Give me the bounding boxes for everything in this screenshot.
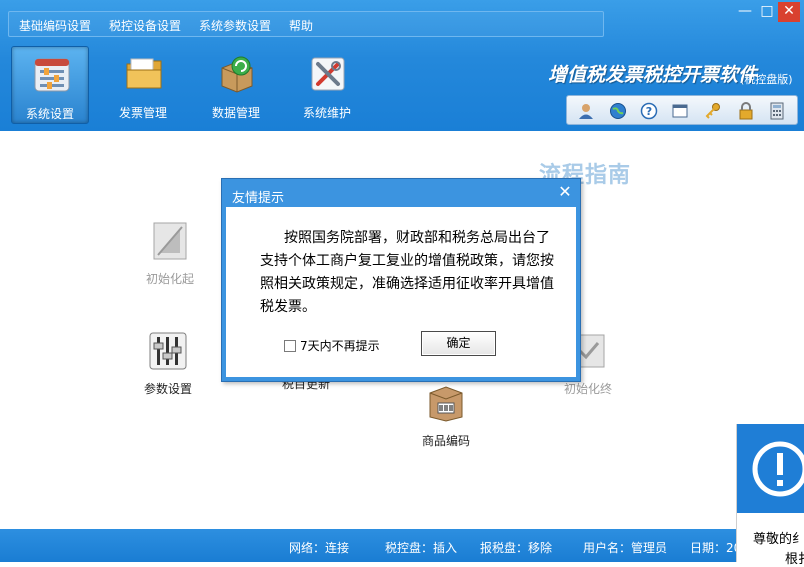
key-icon[interactable]	[702, 100, 724, 122]
maximize-button[interactable]: □	[756, 2, 778, 22]
tool-data-management[interactable]: 数据管理	[197, 46, 275, 124]
notification-band	[737, 424, 804, 513]
dialog-title: 友情提示	[232, 191, 285, 206]
checkbox-box[interactable]	[284, 339, 296, 352]
status-bar: 网络：连接 税控盘：插入 报税盘：移除 用户名：管理员 日期：20	[0, 529, 804, 562]
brand-title: 增值税发票税控开票软件	[548, 64, 758, 86]
dont-remind-checkbox[interactable]: 7天内不再提示	[284, 337, 380, 354]
function-label: 初始化起	[145, 272, 194, 286]
status-report-disk: 报税盘：移除	[480, 541, 553, 555]
reminder-dialog: 友情提示 ✕ 按照国务院部署，财政部和税务总局出台了支持个体工商户复工复业的增值…	[221, 178, 581, 382]
calculator-icon[interactable]	[766, 100, 788, 122]
quick-toolbar: ?	[566, 95, 798, 125]
maintenance-tools-icon	[311, 57, 345, 91]
tool-system-settings[interactable]: 系统设置	[11, 46, 89, 124]
menu-bar: 基础编码设置 税控设备设置 系统参数设置 帮助	[8, 11, 604, 37]
product-box-icon	[429, 386, 463, 422]
tool-label: 发票管理	[118, 106, 167, 120]
checkbox-label[interactable]: 7天内不再提示	[300, 337, 380, 354]
function-label: 商品编码	[421, 434, 470, 448]
function-label: 初始化终	[563, 382, 612, 396]
function-param-settings[interactable]: 参数设置	[142, 329, 194, 397]
user-icon[interactable]	[575, 100, 597, 122]
status-tax-disk: 税控盘：插入	[385, 541, 458, 555]
info-icon	[752, 441, 804, 497]
close-window-button[interactable]: ✕	[778, 2, 800, 22]
menu-item-basic-coding[interactable]: 基础编码设置	[19, 17, 91, 34]
tool-label: 系统维护	[302, 106, 351, 120]
minimize-button[interactable]: —	[734, 2, 756, 22]
function-label: 参数设置	[143, 382, 192, 396]
settings-panel-icon	[34, 58, 70, 92]
init-start-icon	[153, 222, 187, 260]
dialog-body: 按照国务院部署，财政部和税务总局出台了支持个体工商户复工复业的增值税政策，请您按…	[226, 207, 576, 377]
function-product-code[interactable]: 商品编码	[418, 381, 474, 449]
tool-system-maintenance[interactable]: 系统维护	[288, 46, 366, 124]
tool-label: 数据管理	[211, 106, 260, 120]
app-header: 基础编码设置 税控设备设置 系统参数设置 帮助 — □ ✕ 系统设置 发票管理	[0, 0, 804, 131]
help-icon[interactable]: ?	[638, 100, 660, 122]
sliders-icon	[149, 332, 187, 370]
lock-icon[interactable]	[735, 100, 757, 122]
menu-item-help[interactable]: 帮助	[289, 17, 313, 34]
svg-text:?: ?	[646, 105, 652, 118]
notification-popup[interactable]: 尊敬的纟 根扌	[736, 424, 804, 567]
brand-subtitle: (税控盘版)	[740, 73, 793, 86]
notification-text-2: 根扌	[785, 552, 804, 567]
tool-invoice-management[interactable]: 发票管理	[104, 46, 182, 124]
status-date: 日期：20	[690, 541, 742, 555]
data-box-icon	[221, 56, 253, 93]
dialog-message: 按照国务院部署，财政部和税务总局出台了支持个体工商户复工复业的增值税政策，请您按…	[260, 230, 554, 315]
folder-icon	[126, 58, 162, 89]
tool-label: 系统设置	[25, 107, 74, 121]
ok-button[interactable]: 确定	[421, 331, 496, 356]
function-init-start[interactable]: 初始化起	[142, 219, 198, 287]
status-username: 用户名：管理员	[583, 541, 668, 555]
dialog-close-button[interactable]: ✕	[552, 181, 578, 203]
globe-icon[interactable]	[607, 100, 629, 122]
notification-text: 尊敬的纟	[753, 532, 804, 547]
status-network: 网络：连接	[289, 541, 350, 555]
menu-item-tax-device[interactable]: 税控设备设置	[109, 17, 181, 34]
window-icon[interactable]	[669, 100, 691, 122]
menu-item-system-params[interactable]: 系统参数设置	[199, 17, 271, 34]
